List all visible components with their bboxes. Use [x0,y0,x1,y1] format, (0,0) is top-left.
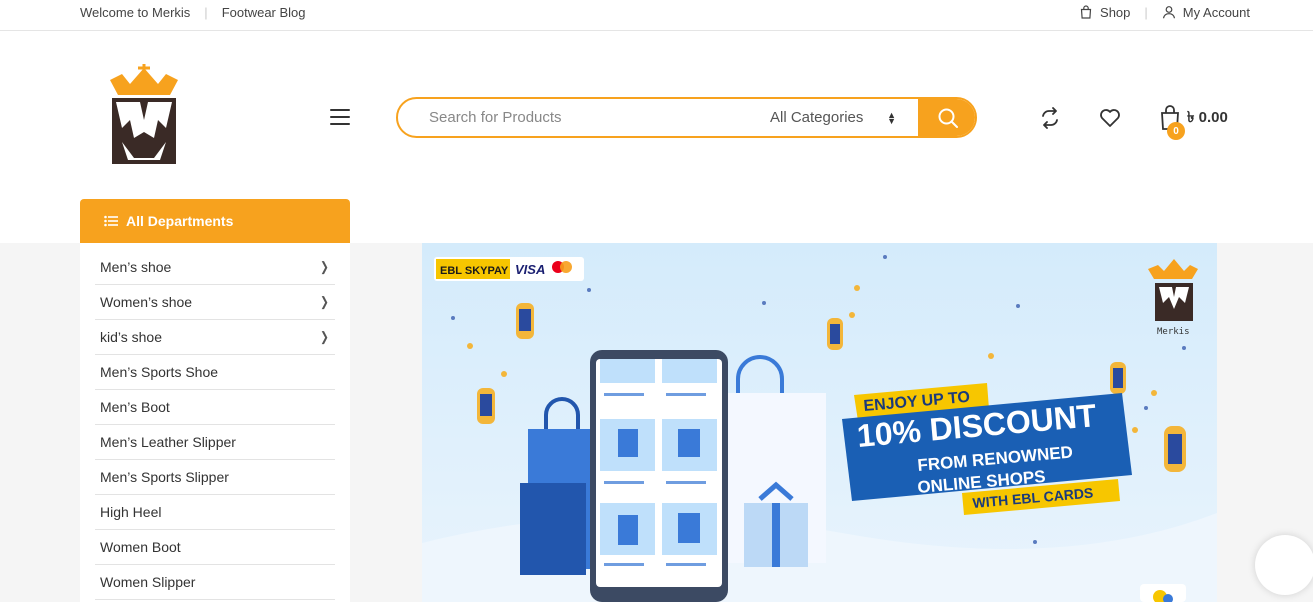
category-select[interactable]: All Categories ▲ ▼ [770,99,918,136]
chevron-right-icon: ❯ [320,259,329,274]
heart-icon [1100,109,1120,127]
chat-widget-button[interactable] [1255,535,1313,595]
welcome-text: Welcome to Merkis [80,4,191,20]
search-bar: All Categories ▲▼ [396,97,977,138]
sort-caret-icon: ▲ ▼ [887,110,896,126]
wishlist-button[interactable] [1099,107,1123,131]
search-button[interactable] [918,99,975,136]
all-departments-label: All Departments [126,213,234,229]
department-item[interactable]: Men’s Sports Slipper [95,460,335,495]
department-item[interactable]: kid’s shoe ❯ [95,320,335,355]
department-item-label: Men’s Leather Slipper [100,434,236,450]
department-item[interactable]: Women Boot [95,530,335,565]
cart-total: ৳ 0.00 [1187,108,1228,126]
search-icon [938,108,958,128]
departments-menu: Men’s shoe ❯ Women’s shoe ❯ kid’s shoe ❯ Men’s… [80,243,350,602]
top-bar-right: Shop | My Account [1079,0,1250,24]
shop-link[interactable]: Shop [1079,5,1130,20]
all-departments-button[interactable]: All Departments [80,199,350,243]
divider: | [204,4,208,20]
compare-button[interactable] [1039,107,1063,131]
department-item[interactable]: High Heel [95,495,335,530]
department-item[interactable]: Men’s Boot [95,390,335,425]
department-item[interactable]: Men’s shoe ❯ [95,250,335,285]
bag-icon [1080,5,1092,19]
category-select-value: All Categories [770,109,864,126]
department-item[interactable]: Men’s Sports Shoe [95,355,335,390]
department-item-label: High Heel [100,504,162,520]
promo-banner-graphic: EBL SKYPAY VISA Merkis ENJOY UP TO 10% D… [422,243,1217,602]
department-item-label: Men’s Sports Slipper [100,469,229,485]
top-bar: Welcome to Merkis | Footwear Blog Shop |… [0,0,1313,31]
ebl-skypay-logo: EBL SKYPAY [440,265,509,277]
search-input[interactable] [398,99,770,136]
cart-button[interactable]: 0 ৳ 0.00 [1159,105,1228,140]
site-logo[interactable] [100,62,188,166]
visa-logo: VISA [515,262,545,277]
divider: | [1144,4,1148,20]
department-item[interactable]: Men’s Leather Slipper [95,425,335,460]
user-icon [1162,6,1175,19]
department-item[interactable]: Women’s shoe ❯ [95,285,335,320]
footwear-blog-link[interactable]: Footwear Blog [222,5,306,20]
promo-banner[interactable]: EBL SKYPAY VISA Merkis ENJOY UP TO 10% D… [422,243,1217,602]
department-item-label: Women’s shoe [100,294,193,310]
department-item-label: kid’s shoe [100,329,163,345]
department-item-label: Men’s Sports Shoe [100,364,219,380]
cart-count-badge: 0 [1167,122,1185,140]
compare-icon [1042,107,1058,129]
department-item-label: Women Slipper [100,574,196,590]
my-account-label: My Account [1182,4,1250,20]
banner-brand-label: Merkis [1157,327,1190,337]
my-account-link[interactable]: My Account [1162,5,1250,20]
department-item-label: Men’s shoe [100,259,172,275]
chevron-right-icon: ❯ [320,294,329,309]
department-item[interactable]: Women Slipper [95,565,335,600]
department-item-label: Men’s Boot [100,399,170,415]
chevron-right-icon: ❯ [320,329,329,344]
list-icon [104,215,118,227]
department-item-label: Women Boot [100,539,181,555]
shop-label: Shop [1100,4,1131,20]
top-bar-left: Welcome to Merkis | Footwear Blog [80,0,306,24]
menu-toggle-button[interactable] [330,109,350,125]
